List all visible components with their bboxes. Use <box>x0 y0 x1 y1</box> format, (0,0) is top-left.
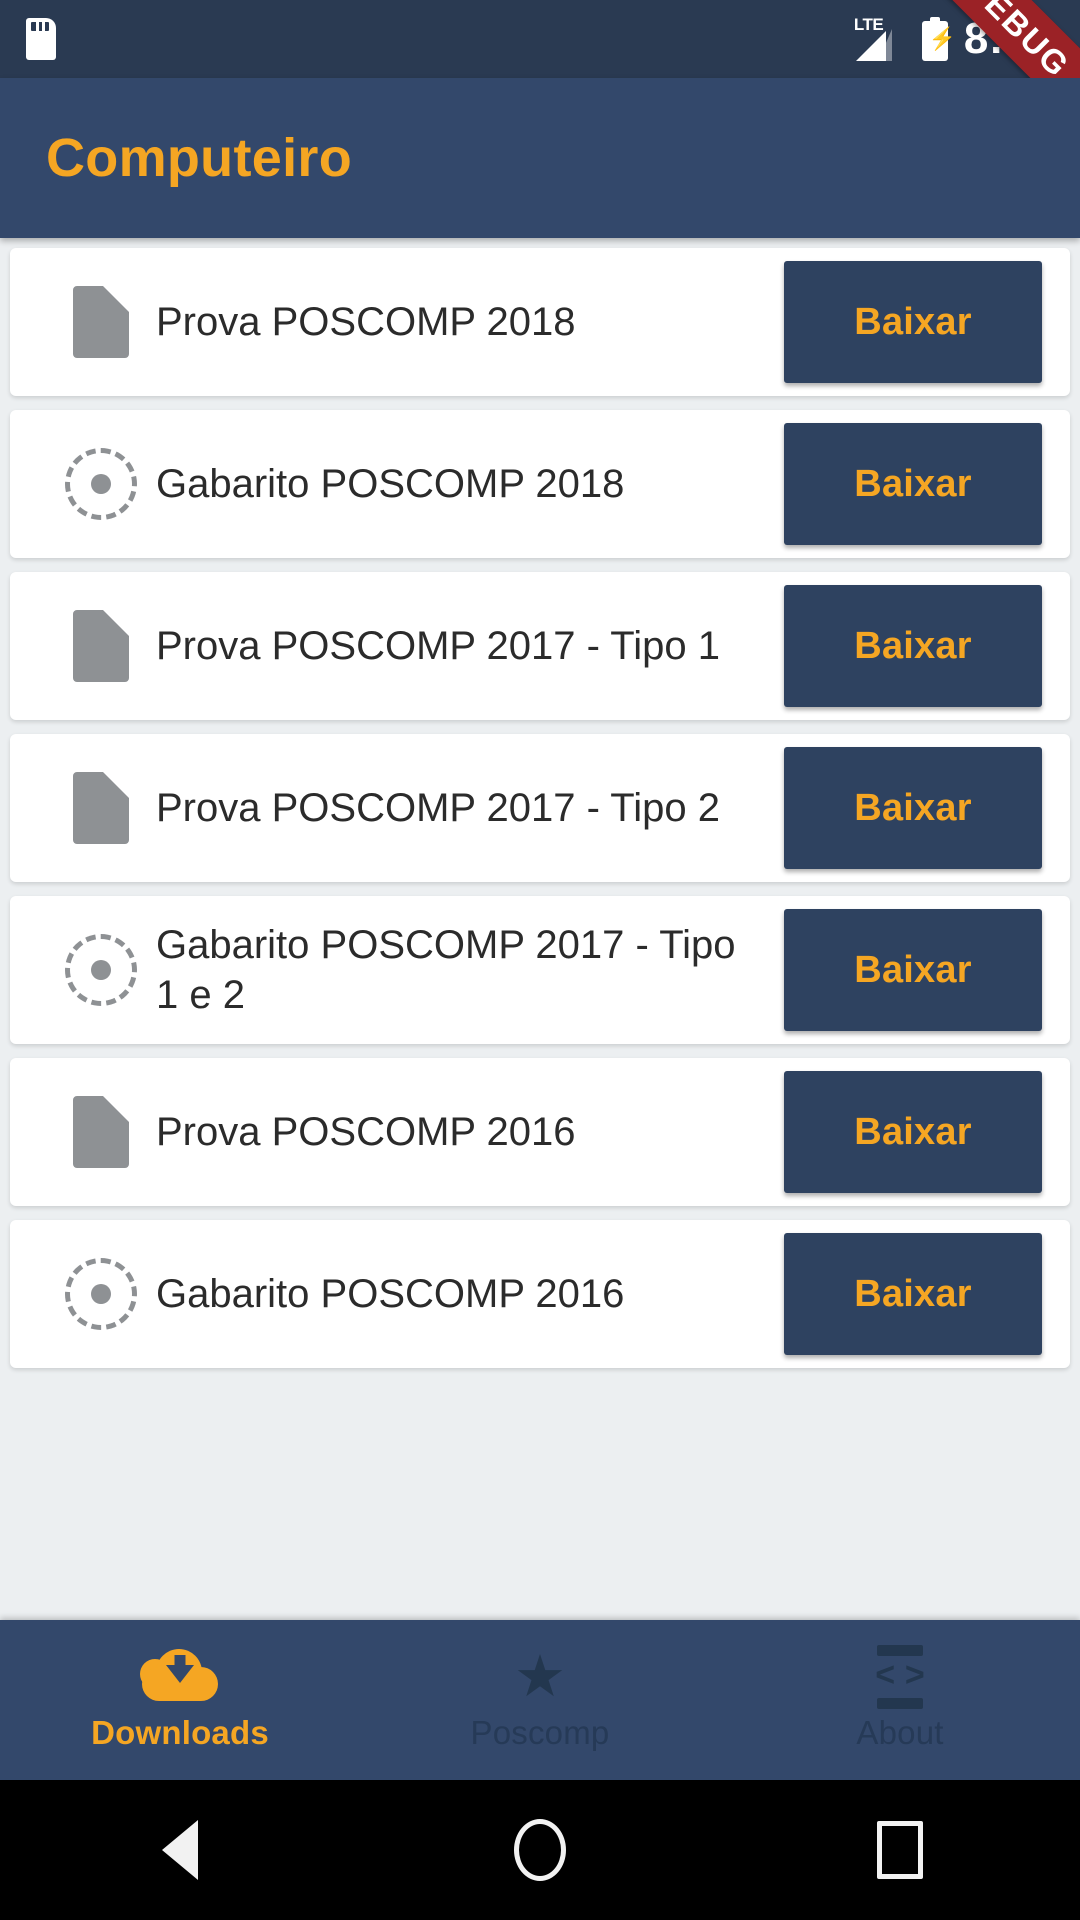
download-button[interactable]: Baixar <box>784 1071 1042 1193</box>
tab-about[interactable]: < > About <box>720 1620 1080 1780</box>
download-item-icon-wrap <box>46 286 156 358</box>
app-bar: Computeiro <box>0 78 1080 238</box>
download-button[interactable]: Baixar <box>784 909 1042 1031</box>
download-item-title: Prova POSCOMP 2016 <box>156 1109 576 1154</box>
download-button[interactable]: Baixar <box>784 261 1042 383</box>
code-brackets-icon: < > <box>871 1645 929 1709</box>
tab-downloads[interactable]: Downloads <box>0 1620 360 1780</box>
android-navigation-bar <box>0 1780 1080 1920</box>
download-button[interactable]: Baixar <box>784 747 1042 869</box>
cloud-download-icon <box>138 1648 222 1706</box>
document-icon <box>73 1096 129 1168</box>
download-item-icon-wrap <box>46 610 156 682</box>
sd-card-icon <box>26 18 56 60</box>
page-title: Computeiro <box>46 128 352 188</box>
download-button[interactable]: Baixar <box>784 585 1042 707</box>
tab-poscomp-label: Poscomp <box>470 1714 610 1751</box>
download-item[interactable]: Prova POSCOMP 2017 - Tipo 1 Baixar <box>10 572 1070 720</box>
download-item-title: Gabarito POSCOMP 2018 <box>156 461 625 506</box>
star-icon: ★ <box>514 1644 566 1709</box>
tab-poscomp[interactable]: ★ Poscomp <box>360 1620 720 1780</box>
phone-screen: LTE ⚡ 8:32 DEBUG Computeiro Prova POSCOM… <box>0 0 1080 1920</box>
tab-downloads-label: Downloads <box>91 1714 269 1751</box>
download-item-icon-wrap <box>46 1258 156 1330</box>
downloads-list[interactable]: Prova POSCOMP 2018 Baixar Gabarito POSCOMP… <box>0 238 1080 1698</box>
download-item[interactable]: Prova POSCOMP 2017 - Tipo 2 Baixar <box>10 734 1070 882</box>
battery-charging-icon: ⚡ <box>921 17 956 61</box>
answer-key-icon <box>65 1258 137 1330</box>
download-button[interactable]: Baixar <box>784 1233 1042 1355</box>
download-item-icon-wrap <box>46 448 156 520</box>
bottom-navigation: Downloads ★ Poscomp < > About <box>0 1620 1080 1780</box>
download-item-title: Gabarito POSCOMP 2016 <box>156 1271 625 1316</box>
download-item[interactable]: Prova POSCOMP 2018 Baixar <box>10 248 1070 396</box>
tab-about-label: About <box>856 1714 944 1751</box>
download-item[interactable]: Gabarito POSCOMP 2018 Baixar <box>10 410 1070 558</box>
download-item[interactable]: Prova POSCOMP 2016 Baixar <box>10 1058 1070 1206</box>
download-item-title: Prova POSCOMP 2017 - Tipo 2 <box>156 785 720 830</box>
download-button[interactable]: Baixar <box>784 423 1042 545</box>
answer-key-icon <box>65 934 137 1006</box>
document-icon <box>73 286 129 358</box>
home-icon[interactable] <box>480 1790 600 1910</box>
download-item-title: Prova POSCOMP 2017 - Tipo 1 <box>156 623 720 668</box>
recents-icon[interactable] <box>840 1790 960 1910</box>
status-bar-left <box>26 18 56 60</box>
document-icon <box>73 772 129 844</box>
back-icon[interactable] <box>120 1790 240 1910</box>
download-item[interactable]: Gabarito POSCOMP 2016 Baixar <box>10 1220 1070 1368</box>
download-item[interactable]: Gabarito POSCOMP 2017 - Tipo 1 e 2 Baixar <box>10 896 1070 1044</box>
status-bar: LTE ⚡ 8:32 DEBUG <box>0 0 1080 78</box>
download-item-icon-wrap <box>46 934 156 1006</box>
signal-bars-icon: LTE <box>854 15 906 61</box>
download-item-icon-wrap <box>46 1096 156 1168</box>
download-item-title: Prova POSCOMP 2018 <box>156 299 576 344</box>
download-item-icon-wrap <box>46 772 156 844</box>
document-icon <box>73 610 129 682</box>
download-item-title: Gabarito POSCOMP 2017 - Tipo 1 e 2 <box>156 922 736 1017</box>
answer-key-icon <box>65 448 137 520</box>
